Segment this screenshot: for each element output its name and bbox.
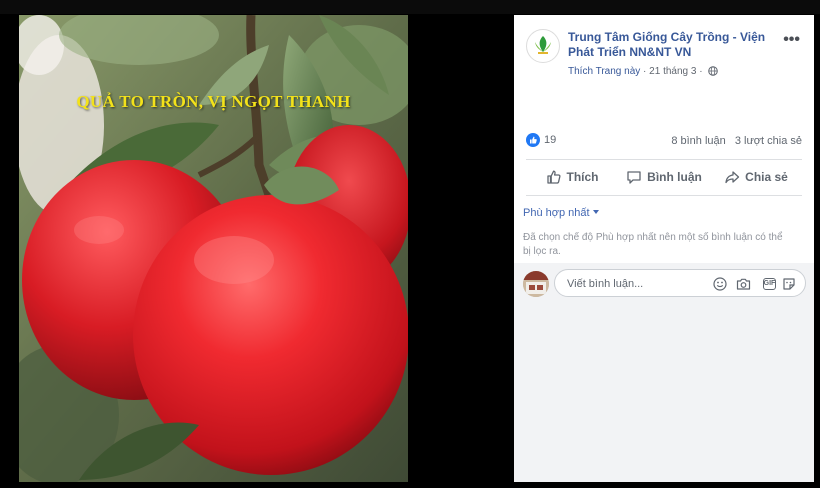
post-panel: Trung Tâm Giống Cây Trồng - Viện Phát Tr… <box>514 15 814 482</box>
comment-sort-dropdown[interactable]: Phù hợp nhất <box>523 207 599 219</box>
divider <box>526 159 802 160</box>
filter-notice: Đã chọn chế độ Phù hợp nhất nên một số b… <box>523 232 783 257</box>
like-page-link[interactable]: Thích Trang này <box>568 66 640 77</box>
camera-icon[interactable] <box>735 276 751 292</box>
background-page-strip <box>0 0 820 14</box>
post-stats: 19 8 bình luận 3 lượt chia sẻ <box>526 133 802 151</box>
like-button[interactable]: Thích <box>526 163 618 191</box>
comment-label: Bình luận <box>647 170 702 184</box>
comments-section: Phù hợp nhất Đã chọn chế độ Phù hợp nhất… <box>514 197 814 482</box>
shares-count-link[interactable]: 3 lượt chia sẻ <box>735 135 802 147</box>
divider <box>526 195 802 196</box>
comment-composer: GIF <box>514 263 814 303</box>
like-reaction-icon <box>526 133 540 147</box>
comment-icon <box>627 171 641 184</box>
date-separator: · <box>699 66 703 77</box>
user-photo <box>523 271 549 297</box>
comment-button[interactable]: Bình luận <box>618 163 710 191</box>
caret-down-icon <box>592 210 599 214</box>
reaction-count[interactable]: 19 <box>526 133 556 147</box>
comments-count-link[interactable]: 8 bình luận <box>671 135 725 147</box>
share-label: Chia sẻ <box>745 170 788 184</box>
page-name-link[interactable]: Trung Tâm Giống Cây Trồng - Viện Phát Tr… <box>568 30 778 60</box>
post-meta: Thích Trang này · 21 tháng 3 · <box>568 66 719 77</box>
post-photo[interactable]: QUẢ TO TRÒN, VỊ NGỌT THANH <box>19 15 408 482</box>
post-date[interactable]: 21 tháng 3 <box>649 66 696 77</box>
emoji-icon[interactable] <box>712 276 728 292</box>
comment-share-counts: 8 bình luận 3 lượt chia sẻ <box>665 135 802 147</box>
thumbs-up-icon <box>546 170 561 184</box>
fruit-image <box>19 15 408 482</box>
comment-box: GIF <box>554 269 806 298</box>
comment-input[interactable] <box>565 270 709 298</box>
gif-icon[interactable]: GIF <box>758 276 777 292</box>
page-avatar[interactable] <box>526 29 560 63</box>
sort-label: Phù hợp nhất <box>523 207 590 219</box>
like-count: 19 <box>544 134 557 146</box>
globe-icon <box>708 66 719 76</box>
user-avatar[interactable] <box>523 271 549 297</box>
comment-tools: GIF <box>705 276 797 292</box>
share-button[interactable]: Chia sẻ <box>710 163 802 191</box>
post-header: Trung Tâm Giống Cây Trồng - Viện Phát Tr… <box>514 15 814 85</box>
more-options-button[interactable]: ••• <box>783 31 800 49</box>
action-bar: Thích Bình luận Chia sẻ <box>526 163 802 191</box>
sticker-icon[interactable] <box>781 276 797 292</box>
gif-label: GIF <box>762 278 777 290</box>
share-icon <box>725 171 740 184</box>
meta-separator: · <box>643 66 647 77</box>
page-logo-icon <box>528 31 558 61</box>
like-label: Thích <box>566 170 599 184</box>
photo-caption: QUẢ TO TRÒN, VỊ NGỌT THANH <box>76 92 351 111</box>
